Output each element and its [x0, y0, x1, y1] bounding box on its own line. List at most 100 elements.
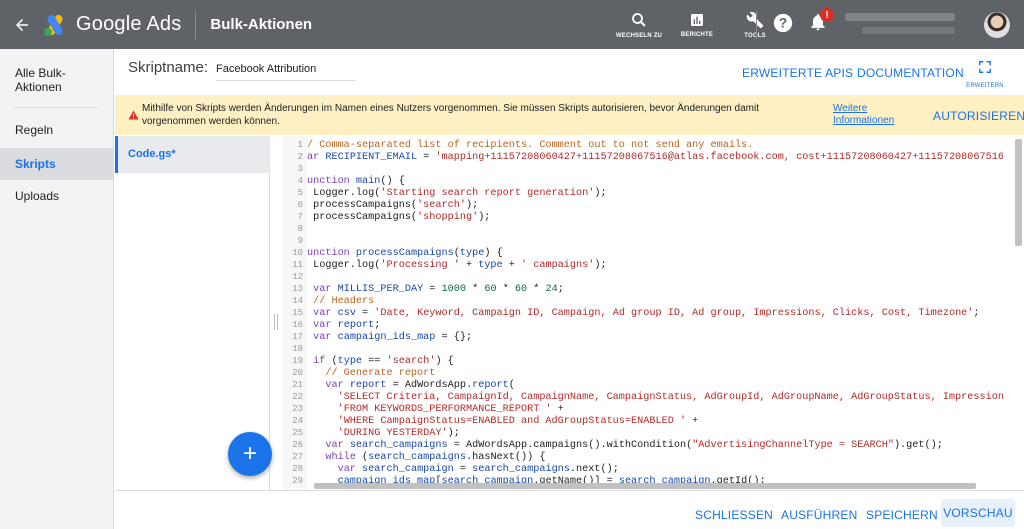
code-text: // Headers — [307, 296, 375, 307]
sidebar-item-alle-bulk-aktionen[interactable]: Alle Bulk-Aktionen — [0, 49, 90, 107]
code-editor[interactable]: 1 / Comma-separated list of recipients. C… — [283, 136, 1024, 490]
panel-resize-handle[interactable] — [273, 314, 279, 330]
sidebar-item-uploads[interactable]: Uploads — [0, 180, 113, 212]
code-line: 3 — [283, 163, 307, 175]
line-number: 21 — [292, 380, 303, 390]
line-number: 2 — [297, 152, 303, 162]
warning-text: Mithilfe von Skripts werden Änderungen i… — [142, 103, 759, 127]
code-line: 24 'WHERE CampaignStatus=ENABLED and AdG… — [283, 415, 698, 427]
line-number: 13 — [292, 284, 303, 294]
nav-berichte[interactable]: BERICHTE — [668, 0, 726, 49]
nav-label: BERICHTE — [680, 31, 714, 38]
back-arrow-icon[interactable] — [2, 0, 42, 49]
expand-button[interactable]: ERWEITERN — [952, 60, 1018, 89]
line-number: 18 — [292, 344, 303, 354]
vertical-scrollbar[interactable] — [1015, 139, 1022, 246]
code-line: 8 — [283, 223, 307, 235]
code-text: 'WHERE CampaignStatus=ENABLED and AdGrou… — [337, 416, 699, 427]
script-name-label: Skriptname: — [128, 59, 209, 76]
header-divider — [756, 11, 757, 39]
code-text: processCampaigns('search'); — [307, 200, 479, 211]
line-number: 22 — [292, 392, 303, 402]
line-number: 19 — [292, 356, 303, 366]
code-line: 20 // Generate report — [283, 367, 435, 379]
code-line: 27 while (search_campaigns.hasNext()) { — [283, 451, 545, 463]
code-line: 21 var report = AdWordsApp.report( — [283, 379, 515, 391]
code-line: 6 processCampaigns('search'); — [283, 199, 479, 211]
google-ads-logo[interactable]: Google Ads — [42, 13, 181, 37]
code-text: var csv = 'Date, Keyword, Campaign ID, C… — [313, 308, 980, 319]
file-tab-code-gs[interactable]: Code.gs* — [115, 136, 270, 173]
footer-bar: SCHLIESSEN AUSFÜHREN SPEICHERN VORSCHAU — [115, 490, 1024, 529]
line-number: 4 — [297, 176, 303, 186]
notification-badge: ! — [820, 8, 834, 22]
line-number: 7 — [297, 212, 303, 222]
code-line: 12 — [283, 271, 307, 283]
documentation-link[interactable]: DOCUMENTATION — [857, 66, 964, 80]
expand-label: ERWEITERN — [966, 83, 1004, 89]
code-line: 19 if (type == 'search') { — [283, 355, 454, 367]
code-line: 23 'FROM KEYWORDS_PERFORMANCE_REPORT ' + — [283, 403, 564, 415]
code-text: var report = AdWordsApp.report( — [325, 380, 515, 391]
line-number: 20 — [292, 368, 303, 378]
line-number: 24 — [292, 416, 303, 426]
account-info-blurred[interactable] — [845, 13, 955, 21]
run-button[interactable]: AUSFÜHREN — [781, 508, 857, 522]
code-text: Logger.log('Starting search report gener… — [307, 188, 607, 199]
line-number: 5 — [297, 188, 303, 198]
help-icon[interactable]: ? — [772, 12, 794, 39]
code-line: 13 var MILLIS_PER_DAY = 1000 * 60 * 60 *… — [283, 283, 564, 295]
code-text: var MILLIS_PER_DAY = 1000 * 60 * 60 * 24… — [313, 284, 564, 295]
sidebar-item-skripts[interactable]: Skripts — [0, 148, 113, 180]
google-ads-logo-icon — [44, 14, 63, 36]
horizontal-scrollbar[interactable] — [314, 483, 976, 489]
code-line: 5 Logger.log('Starting search report gen… — [283, 187, 607, 199]
svg-text:?: ? — [779, 16, 787, 31]
code-line: 14 // Headers — [283, 295, 374, 307]
code-text: 'FROM KEYWORDS_PERFORMANCE_REPORT ' + — [337, 404, 564, 415]
preview-button[interactable]: VORSCHAU — [941, 499, 1015, 527]
code-line: 16 var report; — [283, 319, 380, 331]
add-file-button[interactable]: + — [228, 432, 272, 476]
line-number: 25 — [292, 428, 303, 438]
line-number: 11 — [292, 260, 303, 270]
code-line: 1 / Comma-separated list of recipients. C… — [283, 139, 754, 151]
code-text: processCampaigns('shopping'); — [307, 212, 491, 223]
code-text: ar RECIPIENT_EMAIL = 'mapping+1115720806… — [307, 152, 1004, 163]
wrench-icon — [746, 11, 764, 28]
nav-wechseln-zu[interactable]: WECHSELN ZU — [610, 0, 668, 49]
line-number: 23 — [292, 404, 303, 414]
code-text: 'SELECT Criteria, CampaignId, CampaignNa… — [337, 392, 1004, 403]
sidebar-item-regeln[interactable]: Regeln — [0, 108, 113, 148]
script-name-underline — [216, 80, 356, 81]
reports-icon — [691, 13, 703, 26]
code-line: 18 — [283, 343, 307, 355]
code-line: 17 var campaign_ids_map = {}; — [283, 331, 472, 343]
code-text: unction main() { — [307, 176, 405, 187]
line-number: 17 — [292, 332, 303, 342]
script-name-input[interactable]: Facebook Attribution — [216, 63, 316, 75]
code-text: var search_campaign = search_campaigns.n… — [337, 464, 619, 475]
code-line: 10 unction processCampaigns(type) { — [283, 247, 503, 259]
advanced-apis-link[interactable]: ERWEITERTE APIS — [742, 66, 853, 80]
line-number: 26 — [292, 440, 303, 450]
page-title: Bulk-Aktionen — [210, 16, 313, 33]
authorize-button[interactable]: AUTORISIEREN — [933, 109, 1024, 123]
line-number: 3 — [297, 164, 303, 174]
close-button[interactable]: SCHLIESSEN — [695, 508, 773, 522]
line-number: 16 — [292, 320, 303, 330]
line-number: 27 — [292, 452, 303, 462]
code-line: 15 var csv = 'Date, Keyword, Campaign ID… — [283, 307, 980, 319]
save-button[interactable]: SPEICHERN — [866, 508, 938, 522]
code-text: if (type == 'search') { — [313, 356, 454, 367]
line-number: 15 — [292, 308, 303, 318]
code-line: 22 'SELECT Criteria, CampaignId, Campaig… — [283, 391, 1004, 403]
line-number: 1 — [297, 140, 303, 150]
more-info-link[interactable]: Weitere Informationen — [833, 103, 913, 127]
avatar[interactable] — [984, 12, 1010, 38]
fullscreen-icon — [979, 61, 991, 73]
code-text: unction processCampaigns(type) { — [307, 248, 503, 259]
code-text: var report; — [313, 320, 381, 331]
code-line: 25 'DURING YESTERDAY'); — [283, 427, 460, 439]
line-number: 9 — [297, 236, 303, 246]
